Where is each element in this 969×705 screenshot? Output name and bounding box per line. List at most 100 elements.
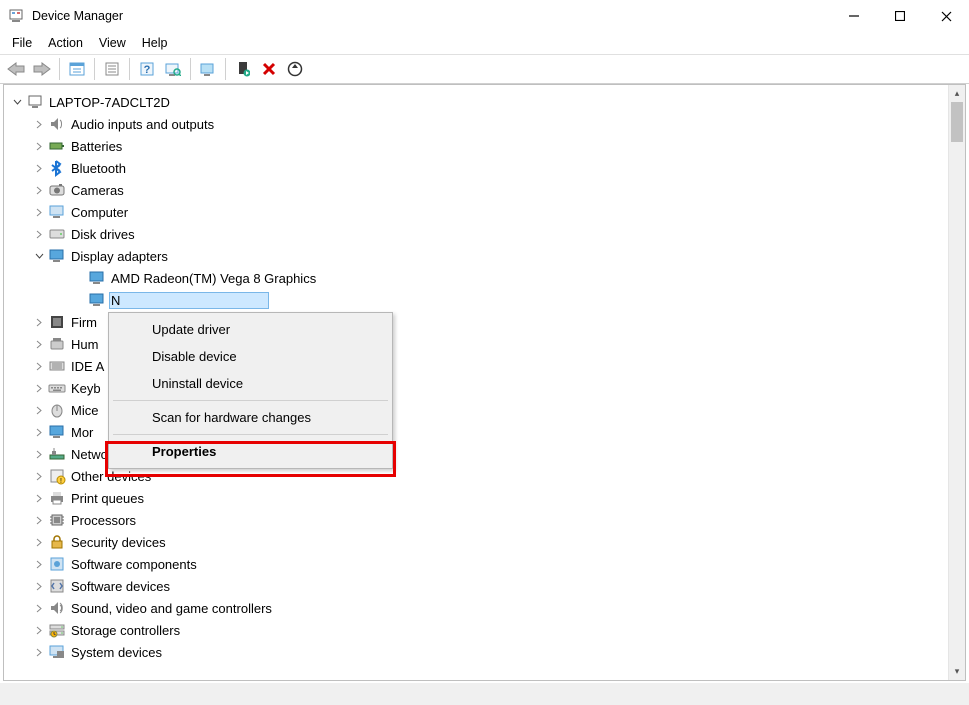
category-icon <box>48 621 66 639</box>
menubar: File Action View Help <box>0 32 969 54</box>
chevron-right-icon[interactable] <box>32 447 46 461</box>
category-label: Other devices <box>69 468 153 485</box>
tree-category[interactable]: Cameras <box>4 179 948 201</box>
chevron-down-icon[interactable] <box>32 249 46 263</box>
device-label: AMD Radeon(TM) Vega 8 Graphics <box>109 270 318 287</box>
tree-category[interactable]: Sound, video and game controllers <box>4 597 948 619</box>
chevron-right-icon[interactable] <box>32 117 46 131</box>
chevron-right-icon[interactable] <box>32 535 46 549</box>
chevron-right-icon[interactable] <box>32 359 46 373</box>
chevron-right-icon[interactable] <box>32 601 46 615</box>
menu-action[interactable]: Action <box>40 34 91 52</box>
chevron-right-icon[interactable] <box>32 337 46 351</box>
category-label: Computer <box>69 204 130 221</box>
chevron-right-icon[interactable] <box>32 183 46 197</box>
scroll-thumb[interactable] <box>951 102 963 142</box>
tree-category[interactable]: Audio inputs and outputs <box>4 113 948 135</box>
scan-hardware-button[interactable] <box>283 57 307 81</box>
display-adapter-icon <box>88 291 106 309</box>
category-icon <box>48 225 66 243</box>
category-icon <box>48 357 66 375</box>
category-icon <box>48 511 66 529</box>
category-icon <box>48 423 66 441</box>
category-icon <box>48 489 66 507</box>
scan-button[interactable] <box>161 57 185 81</box>
ctx-scan-hardware[interactable]: Scan for hardware changes <box>112 404 389 431</box>
menu-separator <box>113 434 388 435</box>
window-title: Device Manager <box>32 9 831 23</box>
close-button[interactable] <box>923 0 969 32</box>
chevron-right-icon[interactable] <box>32 469 46 483</box>
tree-root[interactable]: LAPTOP-7ADCLT2D <box>4 91 948 113</box>
tree-category[interactable]: Processors <box>4 509 948 531</box>
chevron-right-icon[interactable] <box>32 315 46 329</box>
category-label: Keyb <box>69 380 103 397</box>
tree-category[interactable]: Computer <box>4 201 948 223</box>
update-driver-button[interactable] <box>196 57 220 81</box>
chevron-right-icon[interactable] <box>32 227 46 241</box>
uninstall-button[interactable] <box>257 57 281 81</box>
show-hidden-button[interactable] <box>65 57 89 81</box>
titlebar: Device Manager <box>0 0 969 32</box>
chevron-right-icon[interactable] <box>32 623 46 637</box>
category-label: Mor <box>69 424 95 441</box>
ctx-disable-device[interactable]: Disable device <box>112 343 389 370</box>
tree-category[interactable]: System devices <box>4 641 948 663</box>
chevron-down-icon[interactable] <box>10 95 24 109</box>
tree-device[interactable]: AMD Radeon(TM) Vega 8 Graphics <box>4 267 948 289</box>
device-label: N <box>109 292 269 309</box>
chevron-right-icon[interactable] <box>32 425 46 439</box>
tree-category[interactable]: Disk drives <box>4 223 948 245</box>
ctx-update-driver[interactable]: Update driver <box>112 316 389 343</box>
ctx-uninstall-device[interactable]: Uninstall device <box>112 370 389 397</box>
maximize-button[interactable] <box>877 0 923 32</box>
category-icon <box>48 203 66 221</box>
category-label: Display adapters <box>69 248 170 265</box>
menu-help[interactable]: Help <box>134 34 176 52</box>
category-icon <box>48 247 66 265</box>
chevron-right-icon[interactable] <box>32 381 46 395</box>
minimize-button[interactable] <box>831 0 877 32</box>
category-label: Processors <box>69 512 138 529</box>
chevron-right-icon[interactable] <box>32 205 46 219</box>
vertical-scrollbar[interactable]: ▴ ▾ <box>948 85 965 680</box>
tree-category[interactable]: Software devices <box>4 575 948 597</box>
category-icon <box>48 137 66 155</box>
category-label: Sound, video and game controllers <box>69 600 274 617</box>
category-icon <box>48 555 66 573</box>
scroll-down-button[interactable]: ▾ <box>949 663 965 680</box>
tree-category[interactable]: Security devices <box>4 531 948 553</box>
forward-button[interactable] <box>30 57 54 81</box>
tree-category[interactable]: Bluetooth <box>4 157 948 179</box>
ctx-properties[interactable]: Properties <box>112 438 389 465</box>
spacer <box>72 271 86 285</box>
category-label: Software components <box>69 556 199 573</box>
menu-file[interactable]: File <box>4 34 40 52</box>
tree-category[interactable]: Storage controllers <box>4 619 948 641</box>
context-menu: Update driver Disable device Uninstall d… <box>108 312 393 469</box>
chevron-right-icon[interactable] <box>32 579 46 593</box>
tree-category[interactable]: Display adapters <box>4 245 948 267</box>
category-label: Bluetooth <box>69 160 128 177</box>
properties-button[interactable] <box>100 57 124 81</box>
scroll-up-button[interactable]: ▴ <box>949 85 965 102</box>
back-button[interactable] <box>4 57 28 81</box>
chevron-right-icon[interactable] <box>32 513 46 527</box>
tree-category[interactable]: Batteries <box>4 135 948 157</box>
chevron-right-icon[interactable] <box>32 491 46 505</box>
tree-category[interactable]: Print queues <box>4 487 948 509</box>
help-button[interactable]: ? <box>135 57 159 81</box>
menu-view[interactable]: View <box>91 34 134 52</box>
chevron-right-icon[interactable] <box>32 161 46 175</box>
category-label: Cameras <box>69 182 126 199</box>
svg-text:!: ! <box>60 478 62 485</box>
chevron-right-icon[interactable] <box>32 645 46 659</box>
enable-button[interactable] <box>231 57 255 81</box>
chevron-right-icon[interactable] <box>32 403 46 417</box>
category-icon <box>48 577 66 595</box>
chevron-right-icon[interactable] <box>32 139 46 153</box>
tree-category[interactable]: Software components <box>4 553 948 575</box>
tree-device[interactable]: N <box>4 289 948 311</box>
category-label: Mice <box>69 402 100 419</box>
chevron-right-icon[interactable] <box>32 557 46 571</box>
